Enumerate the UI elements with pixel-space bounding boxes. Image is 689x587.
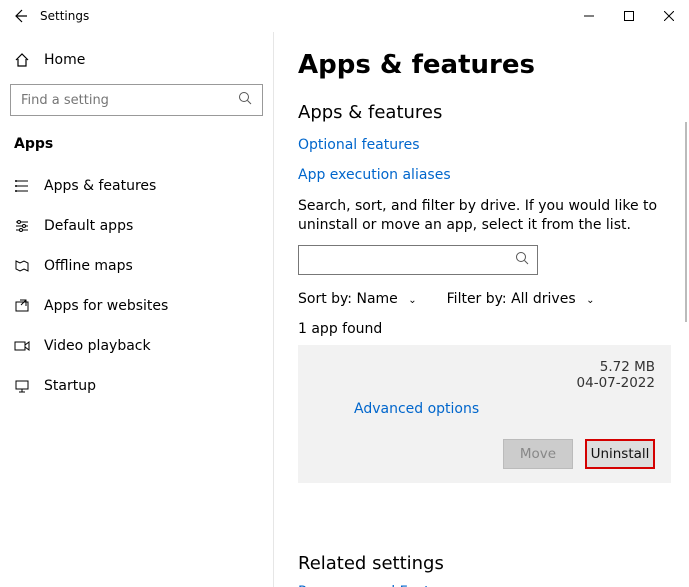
- main-panel: Apps & features Apps & features Optional…: [274, 32, 689, 587]
- description-text: Search, sort, and filter by drive. If yo…: [298, 197, 671, 235]
- chevron-down-icon: ⌄: [408, 295, 416, 306]
- close-button[interactable]: [649, 0, 689, 32]
- nav-item-label: Video playback: [44, 338, 151, 354]
- link-optional-features[interactable]: Optional features: [298, 137, 671, 153]
- app-search[interactable]: [298, 245, 538, 275]
- move-button: Move: [503, 439, 573, 469]
- search-icon: [515, 251, 529, 269]
- button-row: Move Uninstall: [314, 439, 655, 469]
- defaults-icon: [14, 218, 30, 234]
- related-settings: Related settings Programs and Features: [298, 553, 671, 587]
- sidebar-search-input[interactable]: [21, 93, 238, 108]
- nav-startup[interactable]: Startup: [10, 366, 273, 406]
- nav-home-label: Home: [44, 52, 85, 68]
- link-advanced-options[interactable]: Advanced options: [354, 401, 655, 417]
- arrow-left-icon: [12, 8, 28, 24]
- app-date: 04-07-2022: [577, 375, 655, 391]
- window-controls: [569, 0, 689, 32]
- nav-home[interactable]: Home: [10, 42, 273, 78]
- sidebar-search[interactable]: [10, 84, 263, 116]
- close-icon: [664, 11, 674, 21]
- video-icon: [14, 338, 30, 354]
- filter-label: Filter by:: [447, 291, 507, 307]
- home-icon: [14, 52, 30, 68]
- open-icon: [14, 298, 30, 314]
- content-area: Home Apps Apps & features Default apps O…: [0, 32, 689, 587]
- page-title: Apps & features: [298, 50, 671, 80]
- nav-item-label: Startup: [44, 378, 96, 394]
- sidebar: Home Apps Apps & features Default apps O…: [0, 32, 273, 587]
- list-icon: [14, 178, 30, 194]
- app-search-input[interactable]: [307, 252, 515, 267]
- back-button[interactable]: [0, 8, 40, 24]
- app-card[interactable]: 5.72 MB 04-07-2022 Advanced options Move…: [298, 345, 671, 483]
- sort-dropdown[interactable]: Sort by: Name ⌄: [298, 291, 417, 307]
- search-icon: [238, 91, 252, 109]
- result-count: 1 app found: [298, 321, 671, 337]
- sort-value: Name: [356, 291, 397, 307]
- chevron-down-icon: ⌄: [586, 295, 594, 306]
- titlebar: Settings: [0, 0, 689, 32]
- link-execution-aliases[interactable]: App execution aliases: [298, 167, 671, 183]
- filter-value: All drives: [511, 291, 576, 307]
- scrollbar[interactable]: [685, 122, 687, 322]
- nav-apps-websites[interactable]: Apps for websites: [10, 286, 273, 326]
- nav-item-label: Default apps: [44, 218, 133, 234]
- section-heading: Apps & features: [298, 102, 671, 123]
- startup-icon: [14, 378, 30, 394]
- window-title: Settings: [40, 9, 89, 23]
- sidebar-section-label: Apps: [14, 136, 273, 152]
- uninstall-button[interactable]: Uninstall: [585, 439, 655, 469]
- map-icon: [14, 258, 30, 274]
- nav-apps-features[interactable]: Apps & features: [10, 166, 273, 206]
- minimize-icon: [584, 11, 594, 21]
- nav-default-apps[interactable]: Default apps: [10, 206, 273, 246]
- nav-offline-maps[interactable]: Offline maps: [10, 246, 273, 286]
- nav-item-label: Apps for websites: [44, 298, 168, 314]
- nav-item-label: Offline maps: [44, 258, 133, 274]
- maximize-button[interactable]: [609, 0, 649, 32]
- filter-dropdown[interactable]: Filter by: All drives ⌄: [447, 291, 595, 307]
- sort-label: Sort by:: [298, 291, 352, 307]
- app-size: 5.72 MB: [577, 359, 655, 375]
- minimize-button[interactable]: [569, 0, 609, 32]
- filter-row: Sort by: Name ⌄ Filter by: All drives ⌄: [298, 291, 671, 307]
- related-heading: Related settings: [298, 553, 671, 574]
- nav-video-playback[interactable]: Video playback: [10, 326, 273, 366]
- nav-item-label: Apps & features: [44, 178, 156, 194]
- maximize-icon: [624, 11, 634, 21]
- app-meta: 5.72 MB 04-07-2022: [577, 359, 655, 391]
